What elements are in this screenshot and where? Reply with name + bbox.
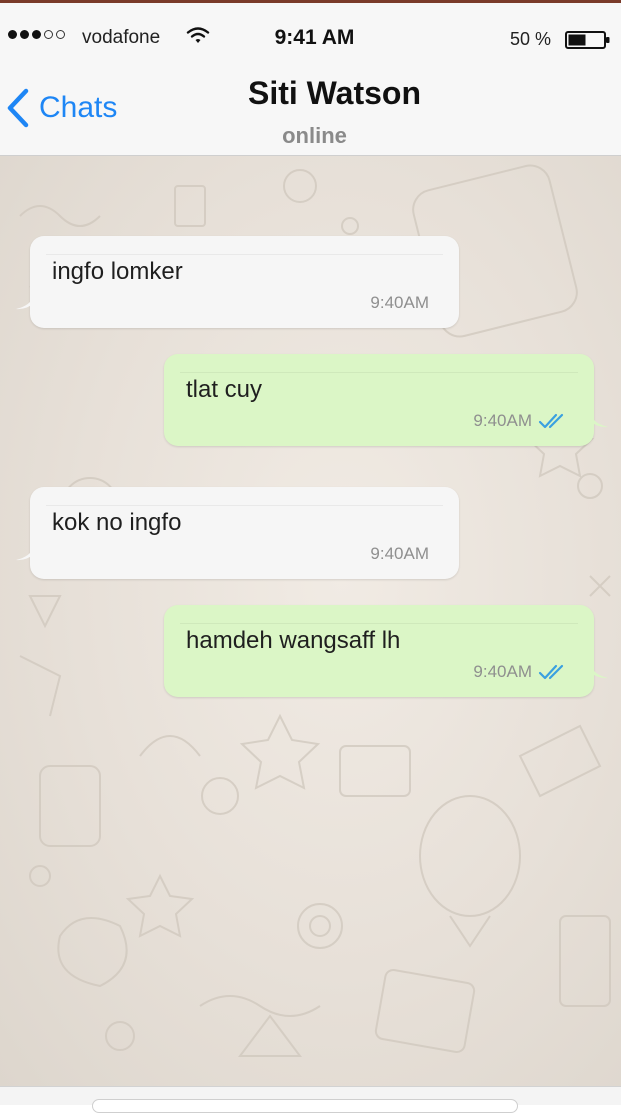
message-input-bar — [0, 1086, 621, 1113]
message-text: hamdeh wangsaff lh — [186, 627, 401, 654]
status-bar: vodafone 9:41 AM 50 % — [0, 3, 621, 55]
chat-header: Chats Siti Watson online — [0, 55, 621, 156]
bubble-tail — [588, 412, 608, 428]
message-time: 9:40AM — [370, 293, 429, 312]
bubble-tail — [16, 294, 36, 310]
message-time: 9:40AM — [370, 544, 429, 563]
double-check-icon — [538, 664, 564, 680]
message-text: kok no ingfo — [52, 509, 182, 536]
contact-name[interactable]: Siti Watson — [0, 75, 621, 112]
message-time: 9:40AM — [473, 662, 532, 681]
bubble-tail — [588, 663, 608, 679]
message-bubble-outgoing[interactable]: hamdeh wangsaff lh 9:40AM — [164, 605, 608, 697]
battery-icon — [565, 31, 610, 49]
message-text: ingfo lomker — [52, 258, 183, 285]
message-bubble-outgoing[interactable]: tlat cuy 9:40AM — [164, 354, 608, 446]
double-check-icon — [538, 413, 564, 429]
message-bubble-incoming[interactable]: kok no ingfo 9:40AM — [16, 487, 459, 579]
message-bubble-incoming[interactable]: ingfo lomker 9:40AM — [16, 236, 459, 328]
message-text: tlat cuy — [186, 376, 263, 403]
battery-percent: 50 % — [510, 29, 552, 49]
contact-status: online — [282, 123, 347, 148]
bubble-tail — [16, 545, 36, 561]
chat-message-area[interactable]: ingfo lomker 9:40AM tlat cuy 9:40AM kok … — [0, 156, 621, 1086]
message-time: 9:40AM — [473, 411, 532, 430]
message-input[interactable] — [92, 1099, 518, 1113]
